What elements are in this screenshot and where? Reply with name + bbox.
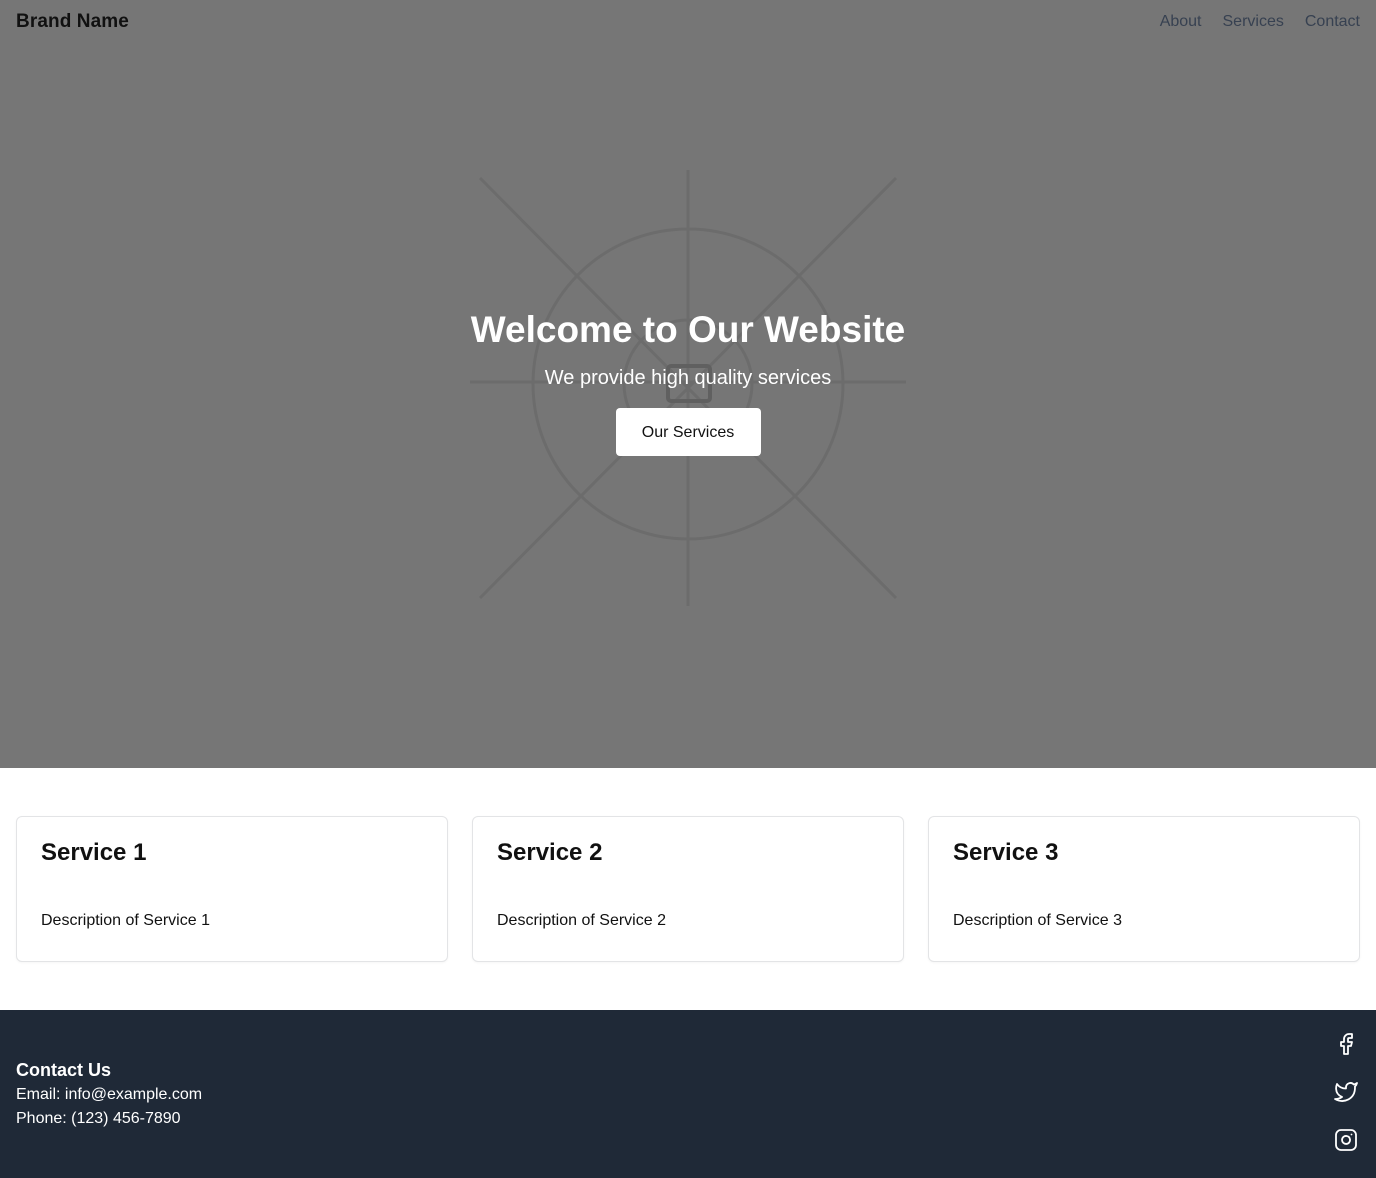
contact-phone: Phone: (123) 456-7890: [16, 1110, 181, 1127]
service-title: Service 1: [41, 839, 147, 866]
nav-link-about[interactable]: About: [1160, 13, 1202, 31]
service-description: Description of Service 1: [41, 912, 210, 929]
service-title: Service 3: [953, 839, 1059, 866]
twitter-icon[interactable]: [1334, 1080, 1358, 1104]
services-section: Service 1 Description of Service 1 Servi…: [16, 816, 1360, 962]
social-links: [1334, 1032, 1360, 1152]
service-description: Description of Service 2: [497, 912, 666, 929]
hero-content: Welcome to Our Website We provide high q…: [0, 300, 1376, 456]
main-nav: About Services Contact: [1160, 13, 1360, 31]
instagram-icon[interactable]: [1334, 1128, 1358, 1152]
service-description: Description of Service 3: [953, 912, 1122, 929]
hero-title: Welcome to Our Website: [470, 309, 906, 350]
contact-email: Email: info@example.com: [16, 1086, 203, 1103]
contact-info: Contact Us Email: info@example.com Phone…: [16, 1058, 202, 1130]
facebook-icon[interactable]: [1334, 1032, 1358, 1056]
service-card: Service 1 Description of Service 1: [16, 816, 448, 962]
our-services-button[interactable]: Our Services: [615, 408, 761, 456]
service-card: Service 3 Description of Service 3: [928, 816, 1360, 962]
nav-link-services[interactable]: Services: [1223, 13, 1284, 31]
hero-subtitle: We provide high quality services: [544, 367, 832, 389]
brand-name[interactable]: Brand Name: [16, 11, 129, 33]
hero-section: Welcome to Our Website We provide high q…: [0, 0, 1376, 768]
site-header: Brand Name About Services Contact: [0, 0, 1376, 44]
service-title: Service 2: [497, 839, 603, 866]
site-footer: Contact Us Email: info@example.com Phone…: [0, 1010, 1376, 1178]
contact-title: Contact Us: [16, 1060, 112, 1080]
service-card: Service 2 Description of Service 2: [472, 816, 904, 962]
nav-link-contact[interactable]: Contact: [1305, 13, 1360, 31]
